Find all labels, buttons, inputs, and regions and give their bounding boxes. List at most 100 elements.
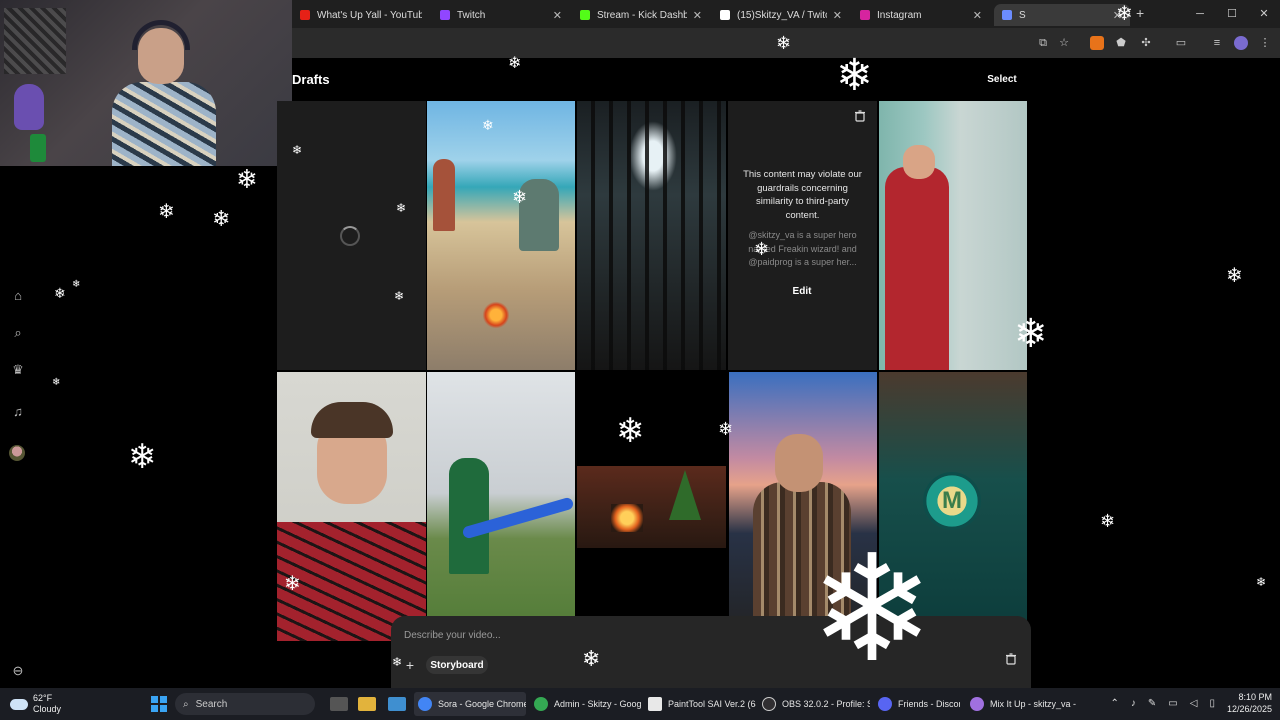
- draft-tile-pointing[interactable]: [277, 372, 426, 641]
- browser-menu-icon[interactable]: ⋮: [1258, 36, 1272, 50]
- select-button[interactable]: Select: [977, 70, 1027, 90]
- network-icon[interactable]: ▭: [1168, 698, 1177, 709]
- windows-logo-icon: [151, 696, 158, 703]
- snowflake-icon: ❄: [776, 33, 792, 53]
- prompt-composer: + Storyboard: [391, 616, 1031, 688]
- maximize-icon[interactable]: ☐: [1216, 0, 1248, 28]
- task-view-icon[interactable]: [330, 697, 348, 711]
- avatar[interactable]: [9, 445, 25, 461]
- clock-date: 12/26/2025: [1226, 704, 1272, 714]
- address-bar[interactable]: [292, 32, 1082, 54]
- clock[interactable]: 8:10 PM 12/26/2025: [1227, 691, 1272, 715]
- trophy-icon[interactable]: ♛: [10, 362, 26, 378]
- minimize-icon[interactable]: ─: [1184, 0, 1216, 28]
- battery-icon[interactable]: ▯: [1209, 698, 1215, 709]
- storyboard-button[interactable]: Storyboard: [426, 656, 488, 674]
- draft-tile-guardrail[interactable]: This content may violate our guardrails …: [728, 101, 877, 370]
- figure-head: [903, 145, 935, 179]
- tab-title: What's Up Yall - YouTube: [317, 9, 422, 21]
- close-icon[interactable]: ✕: [553, 9, 562, 22]
- twitch-icon: [440, 10, 450, 20]
- snowflake-icon: ❄: [236, 164, 258, 194]
- painttool-icon: [648, 697, 662, 711]
- snowflake-icon: ❄: [52, 377, 61, 388]
- weather-widget[interactable]: 62°F Cloudy: [10, 693, 61, 715]
- extension-icon[interactable]: [1090, 36, 1104, 50]
- taskbar-search[interactable]: ⌕ Search: [175, 693, 315, 715]
- taskbar-app-mixitup[interactable]: Mix It Up - skitzy_va -: [966, 692, 1078, 716]
- snowflake-icon: ❄: [72, 279, 81, 290]
- snowflake-icon: ❄: [1226, 265, 1243, 287]
- chrome-icon: [418, 697, 432, 711]
- trash-icon[interactable]: [854, 110, 866, 122]
- tab-tiktok[interactable]: (15)Skitzy_VA / Twitch and ✕: [712, 4, 850, 26]
- figure-cloak: [449, 458, 489, 574]
- taskbar-app-label: Sora - Google Chrome: [438, 699, 526, 709]
- describe-video-input[interactable]: [404, 628, 824, 642]
- install-app-icon[interactable]: ⧉: [1036, 36, 1050, 50]
- window-controls: ─ ☐ ✕: [1184, 0, 1280, 28]
- taskbar-app-label: Mix It Up - skitzy_va -: [990, 699, 1077, 709]
- draft-tile-beach[interactable]: [427, 101, 575, 370]
- tab-title: Instagram: [877, 9, 922, 21]
- draft-tile-field[interactable]: [427, 372, 575, 641]
- draft-tile-jail[interactable]: [577, 101, 726, 370]
- hero-emblem-letter: M: [942, 487, 962, 514]
- snowflake-icon: ❄: [54, 285, 66, 301]
- windows-taskbar: 62°F Cloudy ⌕ Search Sora - Google Chrom…: [0, 688, 1280, 720]
- draft-tile-fireplace[interactable]: [577, 466, 726, 548]
- snowflake-icon: ❄: [292, 143, 303, 157]
- draft-tile-loading[interactable]: [277, 101, 426, 370]
- shield-extension-icon[interactable]: ⬟: [1114, 36, 1128, 50]
- bell-icon[interactable]: ♫: [10, 404, 26, 420]
- taskbar-app-discord[interactable]: Friends - Discord: [874, 692, 960, 716]
- taskbar-app-label: Friends - Discord: [898, 699, 960, 709]
- taskbar-app-chrome-sora[interactable]: Sora - Google Chrome: [414, 692, 526, 716]
- pen-icon[interactable]: ✎: [1148, 698, 1156, 709]
- home-icon[interactable]: ⌂: [10, 288, 26, 304]
- close-icon[interactable]: ✕: [833, 9, 842, 22]
- new-tab-button[interactable]: +: [1136, 5, 1144, 21]
- close-icon[interactable]: ✕: [693, 9, 702, 22]
- snowflake-icon: ❄: [1116, 3, 1133, 25]
- start-button[interactable]: [151, 696, 167, 712]
- profile-avatar-icon[interactable]: [1234, 36, 1248, 50]
- tiktok-icon: [720, 10, 730, 20]
- sora-icon: [1002, 10, 1012, 20]
- draft-tile-bathroom[interactable]: [879, 101, 1027, 370]
- search-icon[interactable]: ⌕: [10, 325, 26, 341]
- taskbar-app-painttool[interactable]: PaintTool SAI Ver.2 (64: [644, 692, 756, 716]
- tab-kick[interactable]: Stream - Kick Dashboard ✕: [572, 4, 710, 26]
- taskbar-app-chrome-admin[interactable]: Admin - Skitzy - Goog: [530, 692, 642, 716]
- snowflake-icon: ❄: [508, 55, 522, 72]
- volume-icon[interactable]: ◁: [1190, 698, 1198, 709]
- settings-icon[interactable]: ⊖: [10, 663, 26, 679]
- jail-bars: [577, 101, 726, 370]
- reading-list-icon[interactable]: ▭: [1174, 36, 1188, 50]
- campfire: [483, 301, 509, 329]
- trash-icon[interactable]: [1005, 653, 1017, 665]
- edit-button[interactable]: Edit: [784, 282, 820, 300]
- add-media-button[interactable]: +: [402, 657, 418, 673]
- search-icon: ⌕: [183, 698, 189, 710]
- tab-twitch[interactable]: Twitch ✕: [432, 4, 570, 26]
- file-explorer-icon[interactable]: [358, 697, 376, 711]
- search-label: Search: [195, 698, 228, 710]
- snowflake-icon: ❄: [392, 655, 403, 669]
- chevron-up-icon[interactable]: ⌃: [1111, 698, 1119, 709]
- bookmark-star-icon[interactable]: ☆: [1057, 36, 1071, 50]
- photos-app-icon[interactable]: [388, 697, 406, 711]
- wall-poster: [4, 8, 66, 74]
- loading-spinner: [340, 226, 360, 246]
- tab-youtube[interactable]: What's Up Yall - YouTube: [292, 4, 430, 26]
- close-icon[interactable]: ✕: [973, 9, 982, 22]
- close-window-icon[interactable]: ✕: [1248, 0, 1280, 28]
- microphone-icon[interactable]: ♪: [1131, 698, 1136, 709]
- media-controls-icon[interactable]: ≡: [1210, 36, 1224, 50]
- taskbar-app-obs[interactable]: OBS 32.0.2 - Profile: St: [758, 692, 870, 716]
- tab-instagram[interactable]: Instagram ✕: [852, 4, 990, 26]
- puzzle-extensions-icon[interactable]: ✣: [1139, 36, 1153, 50]
- snowflake-icon: ❄: [1100, 511, 1116, 531]
- tab-sora[interactable]: S ✕: [994, 4, 1130, 26]
- snowflake-icon: ❄: [128, 438, 157, 476]
